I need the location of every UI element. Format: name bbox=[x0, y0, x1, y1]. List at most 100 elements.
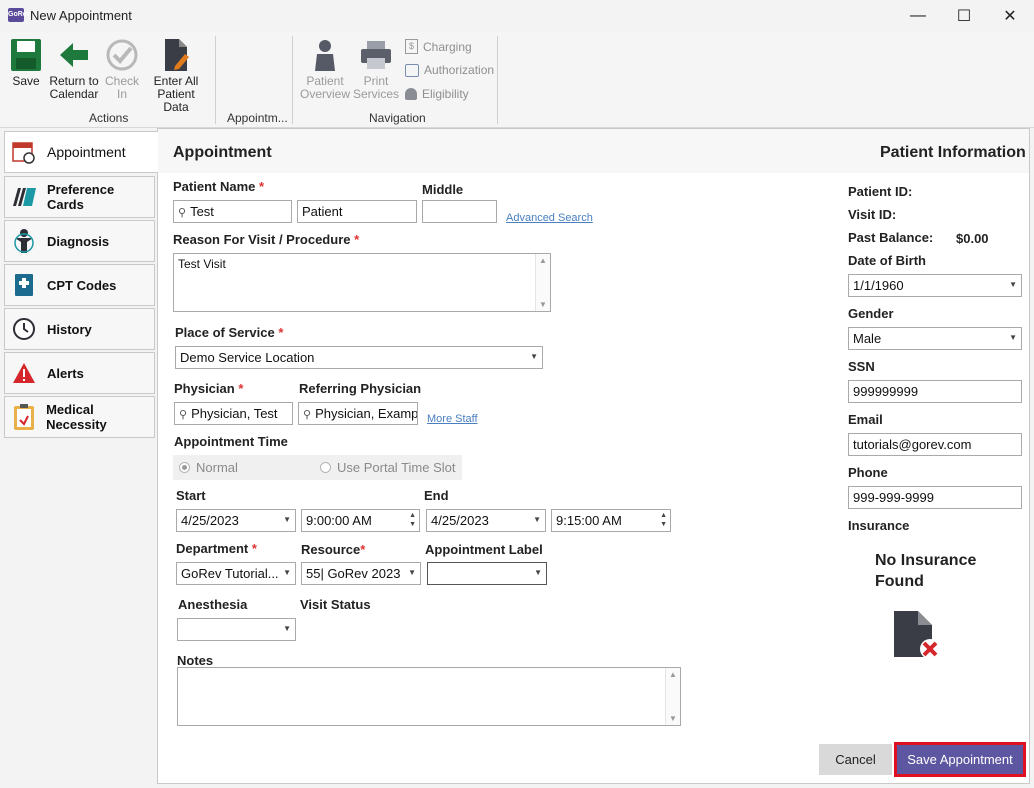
save-appointment-button[interactable]: Save Appointment bbox=[894, 742, 1026, 777]
clock-icon bbox=[11, 316, 37, 342]
tab-appointment[interactable]: Appointment bbox=[4, 131, 158, 173]
tab-diagnosis[interactable]: Diagnosis bbox=[4, 220, 155, 262]
tab-cpt-codes[interactable]: CPT Codes bbox=[4, 264, 155, 306]
patient-overview-button[interactable]: Patient Overview bbox=[298, 38, 352, 101]
reason-textarea[interactable]: Test Visit ▲ ▼ bbox=[173, 253, 551, 312]
search-icon: ⚲ bbox=[178, 207, 187, 219]
app-logo-icon: GoRev bbox=[8, 8, 31, 22]
close-button[interactable]: ✕ bbox=[987, 0, 1033, 31]
minimize-button[interactable]: — bbox=[895, 0, 941, 31]
place-value: Demo Service Location bbox=[180, 350, 315, 365]
notes-label: Notes bbox=[177, 653, 214, 668]
appointment-time-label: Appointment Time bbox=[174, 434, 288, 449]
first-name-input[interactable]: ⚲ Test bbox=[173, 200, 292, 223]
start-time-spinner[interactable]: 9:00:00 AM ▲ ▼ bbox=[301, 509, 420, 532]
scroll-down-icon: ▼ bbox=[669, 714, 677, 723]
middle-name-input[interactable] bbox=[422, 200, 497, 223]
chevron-down-icon: ▼ bbox=[533, 515, 541, 524]
radio-empty-icon bbox=[320, 462, 331, 473]
last-name-input[interactable]: Patient bbox=[297, 200, 417, 223]
print-label-1: Print bbox=[363, 74, 389, 88]
cancel-button[interactable]: Cancel bbox=[819, 744, 892, 775]
scrollbar[interactable]: ▲ ▼ bbox=[535, 254, 550, 311]
portal-label: Use Portal Time Slot bbox=[337, 460, 456, 475]
eligibility-label: Eligibility bbox=[422, 87, 469, 101]
department-select[interactable]: GoRev Tutorial... ▼ bbox=[176, 562, 296, 585]
referring-physician-input[interactable]: ⚲ Physician, Examp bbox=[298, 402, 418, 425]
tab-alerts[interactable]: Alerts bbox=[4, 352, 155, 394]
appointment-label-select[interactable]: ▼ bbox=[427, 562, 547, 585]
maximize-button[interactable]: ☐ bbox=[941, 0, 987, 31]
place-of-service-select[interactable]: Demo Service Location ▼ bbox=[175, 346, 543, 369]
required-mark: * bbox=[354, 232, 360, 247]
anesthesia-select[interactable]: ▼ bbox=[177, 618, 296, 641]
first-name-value: Test bbox=[190, 204, 214, 219]
calendar-clock-icon bbox=[11, 139, 37, 165]
radio-selected-icon bbox=[179, 462, 190, 473]
phone-input[interactable]: 999-999-9999 bbox=[848, 486, 1022, 509]
notes-textarea[interactable]: ▲ ▼ bbox=[177, 667, 681, 726]
ssn-input[interactable]: 999999999 bbox=[848, 380, 1022, 403]
no-insurance-message: No Insurance Found bbox=[875, 550, 976, 592]
physician-input[interactable]: ⚲ Physician, Test bbox=[174, 402, 293, 425]
save-ribbon-button[interactable]: Save bbox=[8, 38, 44, 88]
physician-label: Physician * bbox=[174, 381, 243, 396]
tab-medical-necessity[interactable]: Medical Necessity bbox=[4, 396, 155, 438]
email-input[interactable]: tutorials@gorev.com bbox=[848, 433, 1022, 456]
chevron-down-icon: ▼ bbox=[283, 624, 291, 633]
authorization-label: Authorization bbox=[424, 63, 495, 77]
advanced-search-link[interactable]: Advanced Search bbox=[506, 212, 593, 224]
phone-label: Phone bbox=[848, 465, 888, 480]
authorization-icon bbox=[405, 63, 419, 77]
gender-select[interactable]: Male ▼ bbox=[848, 327, 1022, 350]
insurance-label: Insurance bbox=[848, 518, 910, 533]
authorization-button[interactable]: Authorization bbox=[405, 63, 494, 77]
normal-radio[interactable]: Normal bbox=[179, 460, 238, 475]
tab-medical-necessity-label: Medical Necessity bbox=[46, 402, 107, 432]
portal-time-slot-radio[interactable]: Use Portal Time Slot bbox=[320, 460, 456, 475]
tab-preference-cards[interactable]: Preference Cards bbox=[4, 176, 155, 218]
overview-label-1: Patient bbox=[306, 74, 344, 88]
print-services-button[interactable]: Print Services bbox=[353, 38, 399, 101]
visit-status-label: Visit Status bbox=[300, 597, 371, 612]
chevron-down-icon: ▼ bbox=[283, 568, 291, 577]
start-date-picker[interactable]: 4/25/2023 ▼ bbox=[176, 509, 296, 532]
chevron-down-icon: ▼ bbox=[534, 568, 542, 577]
resource-select[interactable]: 55| GoRev 2023 ▼ bbox=[301, 562, 421, 585]
required-mark: * bbox=[238, 381, 244, 396]
end-date-picker[interactable]: 4/25/2023 ▼ bbox=[426, 509, 546, 532]
tab-preference-cards-label: Preference Cards bbox=[47, 182, 115, 212]
start-date-value: 4/25/2023 bbox=[181, 513, 239, 528]
title-bar bbox=[0, 0, 1034, 31]
enter-label-1: Enter All bbox=[153, 74, 199, 88]
normal-label: Normal bbox=[196, 460, 238, 475]
save-ribbon-label: Save bbox=[12, 74, 40, 88]
end-date-value: 4/25/2023 bbox=[431, 513, 489, 528]
ssn-label: SSN bbox=[848, 359, 875, 374]
end-label: End bbox=[424, 488, 449, 503]
dob-picker[interactable]: 1/1/1960 ▼ bbox=[848, 274, 1022, 297]
patient-name-label: Patient Name * bbox=[173, 179, 264, 194]
tab-cpt-codes-label: CPT Codes bbox=[47, 277, 117, 293]
spinner-arrows-icon[interactable]: ▲ ▼ bbox=[409, 511, 416, 529]
end-time-spinner[interactable]: 9:15:00 AM ▲ ▼ bbox=[551, 509, 671, 532]
past-balance-label: Past Balance: bbox=[848, 230, 934, 245]
check-in-button[interactable]: Check In bbox=[103, 38, 141, 101]
referring-physician-label: Referring Physician bbox=[299, 381, 422, 396]
return-to-calendar-button[interactable]: Return to Calendar bbox=[48, 38, 100, 101]
department-value: GoRev Tutorial... bbox=[181, 566, 279, 581]
eligibility-button[interactable]: Eligibility bbox=[405, 87, 469, 101]
place-of-service-label: Place of Service * bbox=[175, 325, 283, 340]
no-insurance-line-2: Found bbox=[875, 573, 924, 590]
more-staff-link[interactable]: More Staff bbox=[427, 413, 478, 425]
charging-button[interactable]: $ Charging bbox=[405, 39, 472, 54]
enter-all-patient-data-button[interactable]: Enter All Patient Data bbox=[144, 38, 208, 114]
printer-icon bbox=[361, 41, 391, 69]
spinner-arrows-icon[interactable]: ▲ ▼ bbox=[660, 511, 667, 529]
physician-text: Physician bbox=[174, 381, 235, 396]
appointment-label-label: Appointment Label bbox=[425, 542, 543, 557]
scrollbar[interactable]: ▲ ▼ bbox=[665, 668, 680, 725]
clipboard-icon bbox=[11, 404, 36, 430]
patient-name-text: Patient Name bbox=[173, 179, 256, 194]
tab-history[interactable]: History bbox=[4, 308, 155, 350]
